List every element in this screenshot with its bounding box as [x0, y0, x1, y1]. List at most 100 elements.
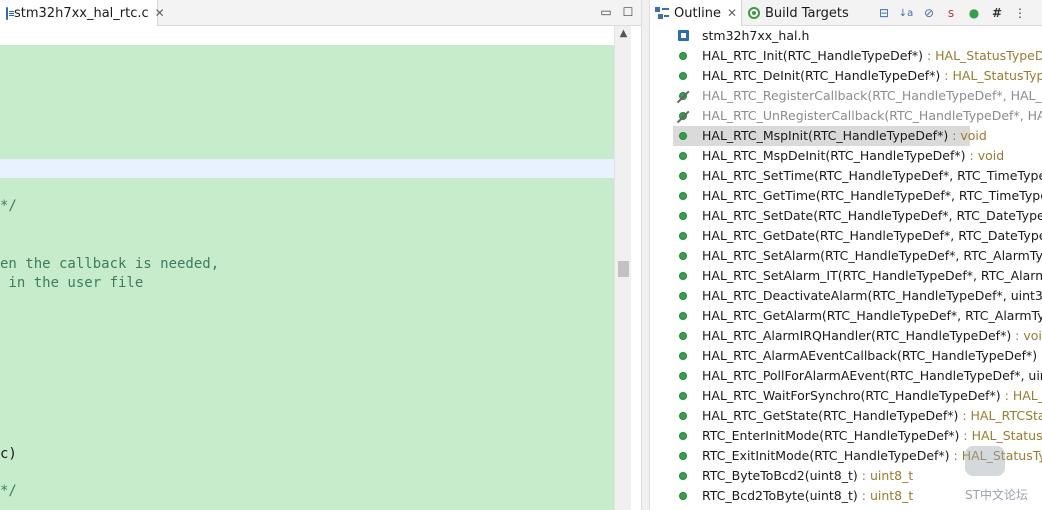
function-icon [679, 412, 687, 420]
view-menu-icon[interactable]: ⋮ [1012, 5, 1028, 21]
outline-item[interactable]: HAL_RTC_AlarmIRQHandler(RTC_HandleTypeDe… [650, 326, 1042, 346]
code-line: */ [0, 483, 17, 499]
outline-view: Outline ✕ Build Targets ⊟ ↓a ⊘ s ● # ⋮ s… [650, 0, 1042, 510]
editor-tab[interactable]: stm32h7xx_hal_rtc.c ✕ [0, 0, 165, 26]
inactive-function-icon [679, 92, 687, 100]
outline-item[interactable]: HAL_RTC_Init(RTC_HandleTypeDef*) : HAL_S… [650, 46, 1042, 66]
inactive-function-icon [679, 112, 687, 120]
function-icon [679, 332, 687, 340]
outline-item-signature: HAL_RTC_MspDeInit(RTC_HandleTypeDef*) [702, 148, 966, 163]
outline-item[interactable]: HAL_RTC_AlarmAEventCallback(RTC_HandleTy… [650, 346, 1042, 366]
outline-item[interactable]: HAL_RTC_MspInit(RTC_HandleTypeDef*) : vo… [650, 126, 1042, 146]
outline-item[interactable]: HAL_RTC_DeInit(RTC_HandleTypeDef*) : HAL… [650, 66, 1042, 86]
tab-outline-label: Outline [674, 5, 722, 21]
pane-divider[interactable] [641, 0, 650, 510]
outline-item-label: HAL_RTC_PollForAlarmAEvent(RTC_HandleTyp… [702, 366, 1042, 386]
outline-item-label: HAL_RTC_RegisterCallback(RTC_HandleTypeD… [702, 86, 1042, 106]
current-line-highlight [0, 159, 614, 178]
hide-non-public-icon[interactable]: ● [966, 5, 982, 21]
outline-item-signature: HAL_RTC_RegisterCallback(RTC_HandleTypeD… [702, 88, 1042, 103]
outline-item[interactable]: HAL_RTC_RegisterCallback(RTC_HandleTypeD… [650, 86, 1042, 106]
outline-item-return-type: : HAL_RTCStateTy [962, 408, 1042, 423]
outline-item-return-type: : HAL_StatusTypeDef [944, 68, 1042, 83]
function-icon [679, 312, 687, 320]
maximize-icon[interactable]: ☐ [620, 4, 636, 20]
outline-item-signature: RTC_ByteToBcd2(uint8_t) [702, 468, 858, 483]
outline-item-signature: HAL_RTC_WaitForSynchro(RTC_HandleTypeDef… [702, 388, 1001, 403]
tab-outline[interactable]: Outline ✕ [650, 0, 742, 26]
code-editor[interactable]: stm32h7xx_hal_rtc.c ✕ ▭ ☐ */ en the call… [0, 0, 641, 510]
outline-item-label: HAL_RTC_SetDate(RTC_HandleTypeDef*, RTC_… [702, 206, 1042, 226]
outline-item-signature: HAL_RTC_PollForAlarmAEvent(RTC_HandleTyp… [702, 368, 1042, 383]
outline-item-label: HAL_RTC_DeInit(RTC_HandleTypeDef*) : HAL… [702, 66, 1042, 86]
function-icon [679, 252, 687, 260]
outline-item-return-type: : void [965, 148, 1005, 163]
outline-item[interactable]: HAL_RTC_GetAlarm(RTC_HandleTypeDef*, RTC… [650, 306, 1042, 326]
watermark-text: ST中文论坛 [965, 488, 1028, 502]
outline-item[interactable]: HAL_RTC_SetTime(RTC_HandleTypeDef*, RTC_… [650, 166, 1042, 186]
outline-item-signature: HAL_RTC_SetTime(RTC_HandleTypeDef*, RTC_… [702, 168, 1042, 183]
hide-fields-icon[interactable]: ⊘ [921, 5, 937, 21]
code-line: in the user file [0, 275, 144, 291]
scrollbar-thumb[interactable] [618, 261, 629, 277]
tab-build-targets[interactable]: Build Targets [746, 0, 849, 26]
outline-item[interactable]: HAL_RTC_PollForAlarmAEvent(RTC_HandleTyp… [650, 366, 1042, 386]
function-icon [679, 292, 687, 300]
outline-icon [655, 6, 669, 20]
outline-item[interactable]: HAL_RTC_SetDate(RTC_HandleTypeDef*, RTC_… [650, 206, 1042, 226]
outline-item-signature: HAL_RTC_GetState(RTC_HandleTypeDef*) [702, 408, 959, 423]
outline-item[interactable]: stm32h7xx_hal.h [650, 26, 1042, 46]
outline-item-label: HAL_RTC_WaitForSynchro(RTC_HandleTypeDef… [702, 386, 1042, 406]
watermark-logo: ST中文论坛 [963, 440, 1038, 506]
outline-item[interactable]: HAL_RTC_GetDate(RTC_HandleTypeDef*, RTC_… [650, 226, 1042, 246]
outline-item-label: RTC_ByteToBcd2(uint8_t) : uint8_t [702, 466, 913, 486]
outline-item[interactable]: HAL_RTC_WaitForSynchro(RTC_HandleTypeDef… [650, 386, 1042, 406]
outline-tab-bar: Outline ✕ Build Targets ⊟ ↓a ⊘ s ● # ⋮ [650, 0, 1042, 26]
outline-item-return-type: : void [1015, 328, 1042, 343]
outline-item-label: HAL_RTC_AlarmAEventCallback(RTC_HandleTy… [702, 346, 1042, 366]
outline-item-return-type: : voic [1037, 348, 1042, 363]
editor-tab-label: stm32h7xx_hal_rtc.c [14, 5, 149, 21]
function-icon [679, 232, 687, 240]
outline-item-label: HAL_RTC_GetDate(RTC_HandleTypeDef*, RTC_… [702, 226, 1042, 246]
outline-item-signature: HAL_RTC_DeInit(RTC_HandleTypeDef*) [702, 68, 941, 83]
function-icon [679, 472, 687, 480]
include-icon [678, 30, 689, 41]
outline-item[interactable]: HAL_RTC_DeactivateAlarm(RTC_HandleTypeDe… [650, 286, 1042, 306]
outline-item-label: HAL_RTC_GetTime(RTC_HandleTypeDef*, RTC_… [702, 186, 1042, 206]
close-tab-icon[interactable]: ✕ [155, 6, 165, 20]
outline-item[interactable]: HAL_RTC_GetTime(RTC_HandleTypeDef*, RTC_… [650, 186, 1042, 206]
c-file-icon [6, 6, 14, 20]
outline-item-signature: HAL_RTC_MspInit(RTC_HandleTypeDef*) [702, 128, 949, 143]
outline-item[interactable]: HAL_RTC_UnRegisterCallback(RTC_HandleTyp… [650, 106, 1042, 126]
group-icon[interactable]: # [989, 5, 1005, 21]
editor-vertical-scrollbar[interactable]: ▲ [614, 26, 631, 510]
outline-item-signature: RTC_EnterInitMode(RTC_HandleTypeDef*) [702, 428, 960, 443]
hide-static-members-icon[interactable]: s [943, 5, 959, 21]
editor-tab-bar: stm32h7xx_hal_rtc.c ✕ ▭ ☐ [0, 0, 641, 26]
outline-item-return-type: : void [948, 128, 987, 143]
outline-item-label: stm32h7xx_hal.h [702, 26, 809, 46]
outline-item[interactable]: HAL_RTC_SetAlarm(RTC_HandleTypeDef*, RTC… [650, 246, 1042, 266]
function-icon [679, 52, 687, 60]
outline-item-signature: RTC_Bcd2ToByte(uint8_t) [702, 488, 858, 503]
function-icon [679, 492, 687, 500]
close-tab-icon[interactable]: ✕ [727, 6, 737, 20]
outline-item[interactable]: HAL_RTC_GetState(RTC_HandleTypeDef*) : H… [650, 406, 1042, 426]
collapse-all-icon[interactable]: ⊟ [876, 5, 892, 21]
outline-item-signature: stm32h7xx_hal.h [702, 28, 810, 43]
scroll-up-arrow-icon[interactable]: ▲ [615, 28, 632, 42]
outline-item-label: RTC_Bcd2ToByte(uint8_t) : uint8_t [702, 486, 913, 506]
function-icon [679, 212, 687, 220]
sort-icon[interactable]: ↓a [898, 5, 914, 21]
outline-item-signature: HAL_RTC_SetDate(RTC_HandleTypeDef*, RTC_… [702, 208, 1042, 223]
outline-item[interactable]: HAL_RTC_SetAlarm_IT(RTC_HandleTypeDef*, … [650, 266, 1042, 286]
minimize-icon[interactable]: ▭ [598, 4, 614, 20]
outline-item-label: HAL_RTC_Init(RTC_HandleTypeDef*) : HAL_S… [702, 46, 1042, 66]
outline-item-label: HAL_RTC_GetAlarm(RTC_HandleTypeDef*, RTC… [702, 306, 1042, 326]
outline-tree[interactable]: stm32h7xx_hal.h HAL_RTC_Init(RTC_HandleTy… [650, 26, 1042, 510]
outline-item-signature: HAL_RTC_SetAlarm_IT(RTC_HandleTypeDef*, … [702, 268, 1042, 283]
outline-item[interactable]: HAL_RTC_MspDeInit(RTC_HandleTypeDef*) : … [650, 146, 1042, 166]
outline-item-label: HAL_RTC_SetTime(RTC_HandleTypeDef*, RTC_… [702, 166, 1042, 186]
outline-item-signature: HAL_RTC_GetDate(RTC_HandleTypeDef*, RTC_… [702, 228, 1042, 243]
